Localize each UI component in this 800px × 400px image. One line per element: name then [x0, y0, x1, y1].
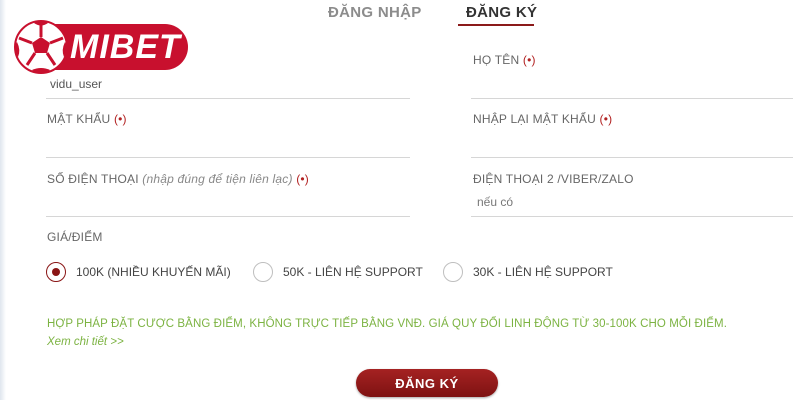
- confirm-password-underline: [471, 157, 793, 158]
- active-tab-indicator: [458, 24, 534, 26]
- confirm-password-input[interactable]: [473, 134, 793, 150]
- logo-text: MIBET: [70, 28, 181, 66]
- tab-login[interactable]: ĐĂNG NHẬP: [328, 4, 422, 21]
- phone2-underline: [471, 216, 793, 217]
- full-name-underline: [471, 98, 793, 99]
- radio-option-100k[interactable]: 100K (NHIỀU KHUYẾN MÃI): [46, 262, 231, 282]
- register-button[interactable]: ĐĂNG KÝ: [356, 369, 498, 397]
- phone-label-text: SỐ ĐIỆN THOẠI: [47, 172, 139, 186]
- radio-option-30k[interactable]: 30K - LIÊN HỆ SUPPORT: [443, 262, 613, 282]
- phone2-label: ĐIỆN THOẠI 2 /VIBER/ZALO: [473, 172, 634, 186]
- password-label: MẬT KHẨU (•): [47, 112, 127, 126]
- full-name-label-text: HỌ TÊN: [473, 53, 520, 67]
- mibet-logo: MIBET: [14, 20, 188, 74]
- price-point-label: GIÁ/ĐIỂM: [47, 230, 103, 244]
- radio-label: 30K - LIÊN HỆ SUPPORT: [473, 265, 613, 279]
- full-name-label: HỌ TÊN (•): [473, 53, 536, 67]
- confirm-password-label: NHẬP LẠI MẬT KHẨU (•): [473, 112, 612, 126]
- tab-register[interactable]: ĐĂNG KÝ: [466, 4, 537, 21]
- full-name-input[interactable]: [473, 76, 793, 92]
- username-underline: [46, 98, 410, 99]
- radio-button[interactable]: [46, 262, 66, 282]
- radio-button[interactable]: [443, 262, 463, 282]
- legal-notice: HỢP PHÁP ĐẶT CƯỢC BẰNG ĐIỂM, KHÔNG TRỰC …: [47, 318, 727, 330]
- confirm-password-label-text: NHẬP LẠI MẬT KHẨU: [473, 112, 596, 126]
- phone-label: SỐ ĐIỆN THOẠI (nhập đúng để tiện liên lạ…: [47, 172, 309, 186]
- password-underline: [46, 157, 410, 158]
- required-marker: (•): [599, 112, 613, 126]
- phone-hint: (nhập đúng để tiện liên lạc): [142, 172, 293, 186]
- soccer-ball-icon: [14, 20, 68, 74]
- left-edge-shadow: [0, 0, 6, 400]
- phone2-input[interactable]: [477, 194, 793, 210]
- radio-option-50k[interactable]: 50K - LIÊN HỆ SUPPORT: [253, 262, 423, 282]
- required-marker: (•): [522, 53, 536, 67]
- password-label-text: MẬT KHẨU: [47, 112, 111, 126]
- required-marker: (•): [113, 112, 127, 126]
- phone-underline: [46, 216, 410, 217]
- radio-label: 50K - LIÊN HỆ SUPPORT: [283, 265, 423, 279]
- password-input[interactable]: [50, 134, 400, 150]
- required-marker: (•): [296, 172, 309, 186]
- radio-label: 100K (NHIỀU KHUYẾN MÃI): [76, 265, 231, 279]
- view-details-link[interactable]: Xem chi tiết >>: [47, 336, 124, 348]
- radio-button[interactable]: [253, 262, 273, 282]
- phone-input[interactable]: [50, 194, 400, 210]
- username-input[interactable]: [50, 76, 400, 92]
